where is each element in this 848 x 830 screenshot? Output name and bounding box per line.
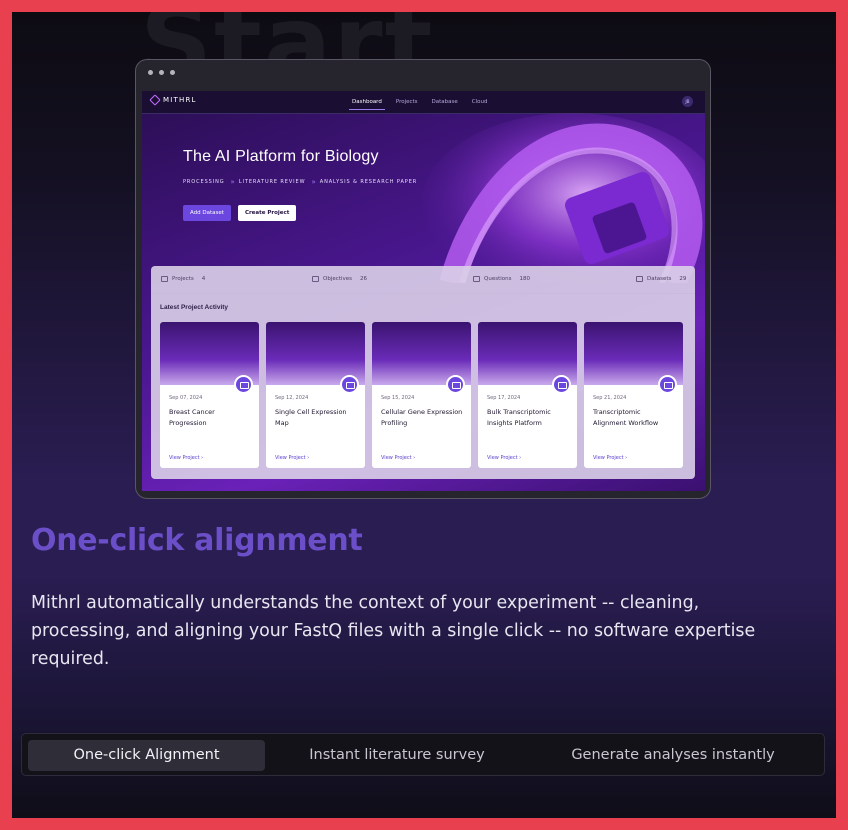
feature-tabs: One-click Alignment Instant literature s…	[21, 733, 825, 776]
logo-mark-icon	[149, 94, 161, 106]
stat-objectives: Objectives 26	[312, 276, 367, 282]
chevron-double-right-icon: »	[230, 178, 236, 186]
avatar: JB	[682, 96, 693, 107]
folder-icon	[552, 375, 571, 394]
project-card: Sep 07, 2024 Breast Cancer Progression V…	[160, 322, 259, 468]
app-screenshot: MITHRL Dashboard Projects Database Cloud…	[142, 91, 705, 491]
hero-3d-art	[422, 113, 705, 283]
project-card: Sep 12, 2024 Single Cell Expression Map …	[266, 322, 365, 468]
tab-one-click-alignment[interactable]: One-click Alignment	[28, 740, 265, 771]
window-dot-icon	[148, 70, 153, 75]
dashboard-panel: Projects 4 Objectives 26 Questions 180 D…	[151, 266, 695, 479]
feature-description: Mithrl automatically understands the con…	[31, 593, 756, 669]
project-card: Sep 21, 2024 Transcriptomic Alignment Wo…	[584, 322, 683, 468]
add-dataset-button: Add Dataset	[183, 205, 231, 221]
project-card: Sep 17, 2024 Bulk Transcriptomic Insight…	[478, 322, 577, 468]
step-processing: PROCESSING	[183, 179, 225, 185]
stat-value: 4	[201, 276, 206, 282]
view-project-link: View Project ›	[487, 455, 522, 461]
view-project-link: View Project ›	[275, 455, 310, 461]
question-icon	[473, 276, 480, 282]
card-date: Sep 12, 2024	[275, 395, 309, 401]
stat-questions: Questions 180	[473, 276, 530, 282]
tab-generate-analyses[interactable]: Generate analyses instantly	[558, 740, 788, 771]
window-dot-icon	[159, 70, 164, 75]
view-project-link: View Project ›	[381, 455, 416, 461]
nav-database: Database	[431, 99, 458, 105]
folder-icon	[446, 375, 465, 394]
stat-label: Projects	[172, 276, 194, 282]
project-cards: Sep 07, 2024 Breast Cancer Progression V…	[160, 322, 683, 468]
chevron-double-right-icon: »	[311, 178, 316, 186]
project-card: Sep 15, 2024 Cellular Gene Expression Pr…	[372, 322, 471, 468]
feature-heading: One-click alignment	[31, 523, 363, 558]
feature-section: Start MITHRL Dashboard Projects Database…	[12, 12, 836, 818]
folder-icon	[234, 375, 253, 394]
step-analysis: ANALYSIS & RESEARCH PAPER	[319, 179, 418, 185]
nav-dashboard: Dashboard	[349, 91, 385, 113]
card-title: Breast Cancer Progression	[169, 408, 215, 427]
card-date: Sep 07, 2024	[169, 395, 203, 401]
app-brand-name: MITHRL	[163, 96, 197, 104]
stat-datasets: Datasets 29	[636, 276, 686, 282]
create-project-button: Create Project	[237, 205, 297, 221]
card-title: Single Cell Expression Map	[275, 408, 347, 427]
tab-instant-literature-survey[interactable]: Instant literature survey	[282, 740, 512, 771]
card-title: Bulk Transcriptomic Insights Platform	[487, 408, 551, 427]
layers-icon	[312, 276, 319, 282]
stat-label: Datasets	[647, 276, 672, 282]
stat-label: Questions	[484, 276, 512, 282]
hero-steps: PROCESSING » LITERATURE REVIEW » ANALYSI…	[183, 178, 417, 186]
card-date: Sep 15, 2024	[381, 395, 415, 401]
database-icon	[636, 276, 643, 282]
stat-value: 26	[359, 276, 367, 282]
view-project-link: View Project ›	[169, 455, 204, 461]
stat-label: Objectives	[323, 276, 352, 282]
stat-projects: Projects 4	[161, 276, 205, 282]
stat-value: 180	[519, 276, 530, 282]
view-project-link: View Project ›	[593, 455, 628, 461]
stat-value: 29	[679, 276, 687, 282]
card-date: Sep 21, 2024	[593, 395, 627, 401]
window-dot-icon	[170, 70, 175, 75]
browser-window-preview: MITHRL Dashboard Projects Database Cloud…	[135, 59, 711, 499]
step-literature-review: LITERATURE REVIEW	[238, 179, 306, 185]
card-date: Sep 17, 2024	[487, 395, 521, 401]
folder-icon	[340, 375, 359, 394]
folder-icon	[658, 375, 677, 394]
card-title: Cellular Gene Expression Profiling	[381, 408, 463, 427]
folder-icon	[161, 276, 168, 282]
app-logo: MITHRL	[149, 94, 197, 106]
hero-buttons: Add Dataset Create Project	[183, 205, 297, 221]
nav-cloud: Cloud	[471, 99, 488, 105]
window-controls	[148, 70, 175, 75]
card-title: Transcriptomic Alignment Workflow	[593, 408, 659, 427]
activity-title: Latest Project Activity	[160, 304, 229, 311]
stats-bar: Projects 4 Objectives 26 Questions 180 D…	[151, 266, 695, 294]
nav-projects: Projects	[395, 99, 418, 105]
app-top-nav: MITHRL Dashboard Projects Database Cloud…	[142, 91, 705, 114]
hero-title: The AI Platform for Biology	[183, 148, 379, 165]
app-nav-links: Dashboard Projects Database Cloud	[349, 91, 488, 113]
